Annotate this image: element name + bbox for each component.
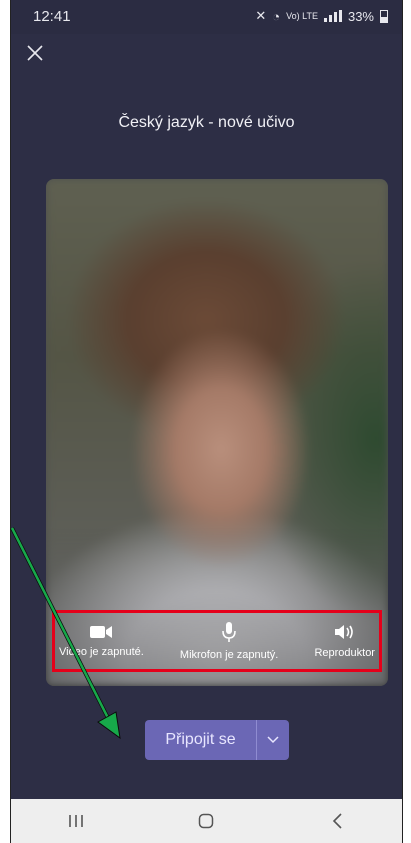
wifi-icon: ◔: [272, 8, 281, 24]
back-icon: [332, 813, 342, 829]
home-icon: [199, 813, 214, 829]
join-button[interactable]: Připojit se: [145, 720, 289, 760]
mic-label: Mikrofon je zapnutý.: [179, 649, 279, 661]
speaker-icon: [334, 625, 353, 639]
status-time: 12:41: [33, 8, 71, 25]
status-icons: ✕ ◔ Vo) LTE 33%: [255, 8, 388, 24]
recent-apps-icon: [69, 815, 83, 827]
close-icon[interactable]: [26, 42, 48, 64]
video-toggle[interactable]: Video je zapnuté.: [59, 624, 144, 658]
video-preview: Video je zapnuté. Mikrofon je zapnutý. R…: [46, 179, 388, 686]
chevron-down-icon: [267, 736, 279, 744]
device-controls: Video je zapnuté. Mikrofon je zapnutý. R…: [52, 610, 382, 672]
battery-percent: 33%: [347, 8, 374, 24]
video-label: Video je zapnuté.: [59, 646, 144, 658]
phone-screen: 12:41 ✕ ◔ Vo) LTE 33% Český jazyk - nové…: [10, 0, 403, 843]
battery-icon: [380, 9, 388, 23]
signal-icon: [323, 10, 342, 22]
mute-icon: ✕: [255, 8, 267, 23]
join-options-button[interactable]: [257, 720, 289, 760]
mic-toggle[interactable]: Mikrofon je zapnutý.: [180, 621, 278, 661]
speaker-label: Reproduktor: [314, 647, 375, 659]
status-bar: 12:41 ✕ ◔ Vo) LTE 33%: [11, 0, 402, 34]
microphone-icon: [222, 622, 236, 642]
meeting-title: Český jazyk - nové učivo: [118, 114, 295, 131]
android-nav-bar: [11, 799, 402, 843]
home-button[interactable]: [176, 799, 236, 843]
back-button[interactable]: [307, 799, 367, 843]
video-camera-icon: [90, 626, 113, 638]
network-label: Vo) LTE: [286, 11, 318, 21]
join-label: Připojit se: [145, 720, 257, 760]
recent-apps-button[interactable]: [46, 799, 106, 843]
speaker-toggle[interactable]: Reproduktor: [314, 623, 375, 659]
